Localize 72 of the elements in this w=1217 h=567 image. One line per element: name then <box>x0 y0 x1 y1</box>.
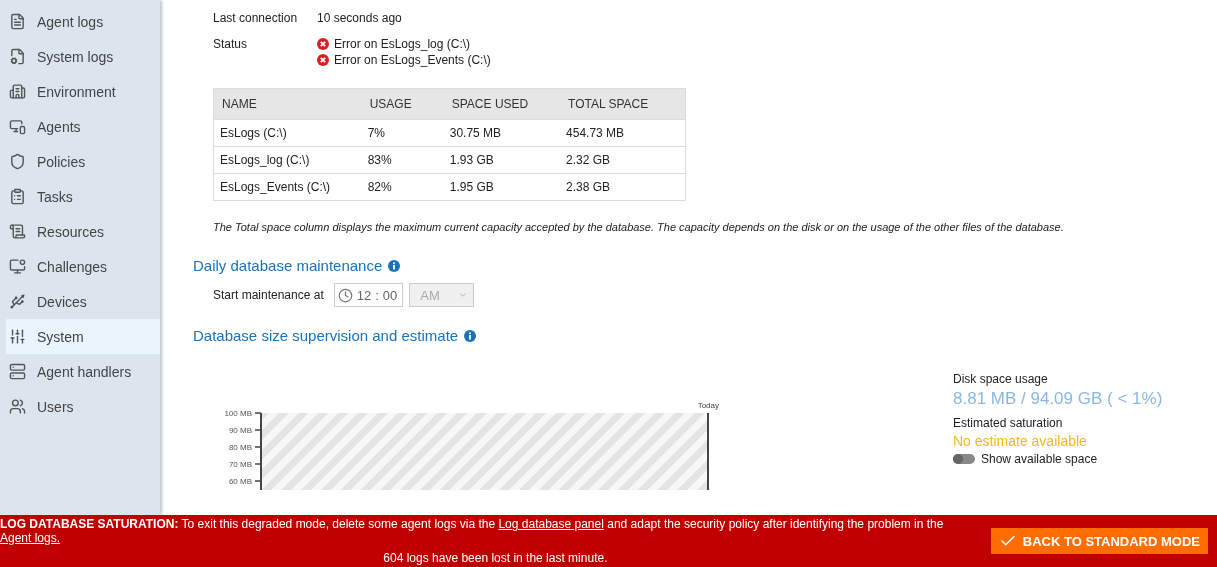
toggle-switch[interactable] <box>953 454 975 464</box>
sidebar-item[interactable]: Challenges <box>0 249 160 284</box>
field-label: Status <box>213 36 249 53</box>
scroll-icon <box>9 223 26 240</box>
info-icon[interactable] <box>464 329 477 342</box>
error-message: Error on EsLogs_Events (C:\) <box>334 52 491 68</box>
monitor-icon <box>9 258 26 275</box>
table-cell: 1.95 GB <box>443 173 561 201</box>
table-cell: 454.73 MB <box>560 119 686 147</box>
sidebar-item[interactable]: Agents <box>0 109 160 144</box>
table-cell: 2.38 GB <box>560 173 686 201</box>
sidebar-item[interactable]: Policies <box>0 144 160 179</box>
axis-label: 70 MB <box>228 460 252 469</box>
building-icon <box>9 83 26 100</box>
table-cell: 1.93 GB <box>443 146 561 174</box>
field-value: 10 seconds ago <box>317 10 402 26</box>
table-cell: EsLogs_Events (C:\) <box>213 173 362 201</box>
sidebar-item[interactable]: System <box>6 319 160 354</box>
section-title: Database size supervision and estimate <box>193 327 459 344</box>
agent-logs-link[interactable]: Agent logs. <box>0 531 61 545</box>
field-label: Last connection <box>213 10 299 26</box>
section-title: Daily database maintenance <box>193 257 383 274</box>
table-cell: EsLogs (C:\) <box>213 119 362 147</box>
column-header: NAME <box>213 88 362 120</box>
clipboard-icon <box>9 188 26 205</box>
caret-icon <box>458 290 469 300</box>
field-label: Start maintenance at <box>213 288 324 302</box>
sidebar-item[interactable]: Users <box>0 389 160 424</box>
stat-label: Disk space usage <box>953 372 1049 386</box>
axis-label: 60 MB <box>228 477 252 486</box>
axis-label: 80 MB <box>228 443 252 452</box>
users-icon <box>9 398 26 415</box>
column-header: SPACE USED <box>443 88 561 120</box>
info-icon[interactable] <box>388 259 401 272</box>
table-cell: 82% <box>361 173 444 201</box>
table-cell: 2.32 GB <box>560 146 686 174</box>
sliders-icon <box>9 328 26 345</box>
server-icon <box>9 363 26 380</box>
clock-icon <box>337 287 353 303</box>
disk-usage-value: 8.81 MB / 94.09 GB ( < 1%) <box>953 389 1163 409</box>
sidebar-item[interactable]: Agent logs <box>0 4 160 39</box>
saturation-value: No estimate available <box>953 433 1088 449</box>
axis-label: 100 MB <box>224 409 252 418</box>
table-note: The Total space column displays the maximum current capacity accepted by the database. The capacity depends on the disk or on the usage of the other files of the database. <box>213 221 1065 233</box>
sidebar-item[interactable]: Environment <box>0 74 160 109</box>
document-gear-icon <box>9 48 26 65</box>
sidebar-item[interactable]: Resources <box>0 214 160 249</box>
monitors-icon <box>9 118 26 135</box>
usb-icon <box>9 293 26 310</box>
column-header: TOTAL SPACE <box>560 88 686 120</box>
error-icon <box>317 54 329 66</box>
sidebar-item[interactable]: Devices <box>0 284 160 319</box>
today-label: Today <box>697 401 719 410</box>
column-header: USAGE <box>361 88 444 120</box>
sidebar-item[interactable]: Agent handlers <box>0 354 160 389</box>
error-icon <box>317 38 329 50</box>
sidebar-item[interactable]: Tasks <box>0 179 160 214</box>
error-message: Error on EsLogs_log (C:\) <box>334 36 471 52</box>
toggle-label: Show available space <box>981 452 1098 466</box>
table-cell: 30.75 MB <box>443 119 561 147</box>
table-cell: 7% <box>361 119 444 147</box>
alert-message: LOG DATABASE SATURATION: To exit this degraded mode, delete some agent logs via the Log database panel and adapt the security policy after identifying the problem in the Agent logs. <box>0 517 945 545</box>
table-cell: 83% <box>361 146 444 174</box>
log-database-link[interactable]: Log database panel <box>498 517 604 531</box>
time-field[interactable]: 12 : 00 <box>333 283 404 307</box>
alert-detail: 604 logs have been lost in the last minute. <box>383 551 608 565</box>
shield-icon <box>9 153 26 170</box>
table-cell: EsLogs_log (C:\) <box>213 146 362 174</box>
stat-label: Estimated saturation <box>953 416 1064 430</box>
sidebar-item[interactable]: System logs <box>0 39 160 74</box>
document-icon <box>9 13 26 30</box>
axis-label: 90 MB <box>228 426 252 435</box>
